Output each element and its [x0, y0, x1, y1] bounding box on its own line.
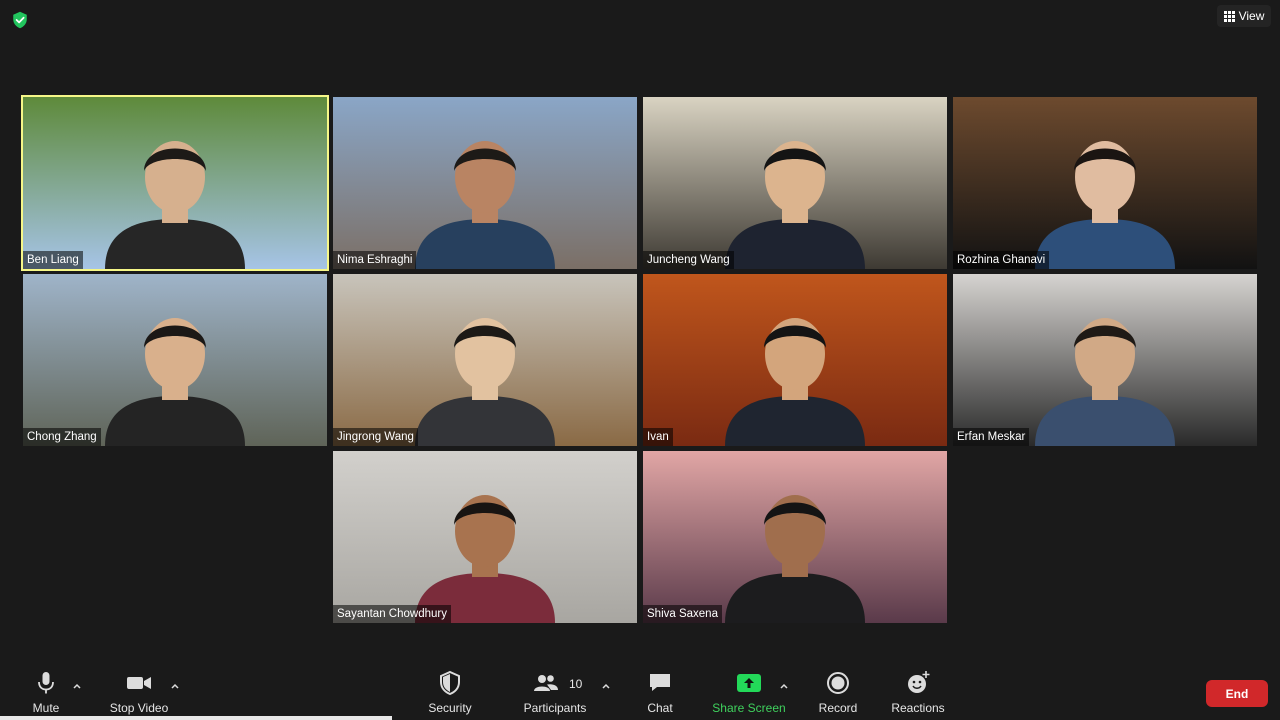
video-tile[interactable]: Ben Liang — [21, 95, 329, 271]
video-tile[interactable]: Juncheng Wang — [643, 97, 947, 269]
participant-video-feed — [105, 318, 245, 446]
mute-label: Mute — [32, 701, 60, 715]
participant-video-feed — [415, 318, 555, 446]
participant-video-feed — [725, 141, 865, 269]
chevron-up-icon — [171, 683, 179, 689]
security-shield-icon[interactable] — [11, 11, 29, 29]
participant-name: Sayantan Chowdhury — [333, 605, 451, 623]
video-tile[interactable]: Nima Eshraghi — [333, 97, 637, 269]
reactions-button[interactable]: Reactions — [890, 670, 946, 716]
participants-options-caret[interactable] — [601, 678, 615, 692]
participant-name: Shiva Saxena — [643, 605, 722, 623]
chevron-up-icon — [602, 683, 610, 689]
chat-button[interactable]: Chat — [643, 670, 677, 716]
participant-video-feed — [1035, 141, 1175, 269]
participant-name: Chong Zhang — [23, 428, 101, 446]
shield-icon — [440, 670, 460, 696]
participant-video-feed — [725, 495, 865, 623]
participant-video-feed — [725, 318, 865, 446]
video-options-caret[interactable] — [170, 678, 184, 692]
participant-name: Erfan Meskar — [953, 428, 1030, 446]
participant-video-feed — [1035, 318, 1175, 446]
video-tile[interactable]: Jingrong Wang — [333, 274, 637, 446]
participant-video-feed — [415, 141, 555, 269]
reactions-label: Reactions — [891, 701, 945, 715]
video-tile[interactable]: Shiva Saxena — [643, 451, 947, 623]
participant-name: Ben Liang — [23, 251, 83, 269]
stop-video-label: Stop Video — [109, 701, 169, 715]
video-tile[interactable]: Rozhina Ghanavi — [953, 97, 1257, 269]
share-screen-icon — [737, 674, 761, 692]
share-screen-label: Share Screen — [712, 701, 786, 715]
stop-video-button[interactable]: Stop Video — [104, 670, 174, 716]
participant-name: Ivan — [643, 428, 673, 446]
smiley-plus-icon — [908, 671, 930, 693]
chevron-up-icon — [780, 683, 788, 689]
participant-video-feed — [415, 495, 555, 623]
record-button[interactable]: Record — [815, 670, 861, 716]
video-tile[interactable]: Chong Zhang — [23, 274, 327, 446]
participant-name: Jingrong Wang — [333, 428, 418, 446]
participant-name: Juncheng Wang — [643, 251, 734, 269]
grid-icon — [1223, 10, 1235, 22]
mute-button[interactable]: Mute — [28, 670, 64, 716]
video-tile[interactable]: Sayantan Chowdhury — [333, 451, 637, 623]
share-screen-button[interactable]: Share Screen — [712, 670, 786, 716]
chat-label: Chat — [647, 701, 673, 715]
video-camera-icon — [127, 677, 151, 689]
chevron-up-icon — [73, 683, 81, 689]
participants-icon — [534, 675, 558, 691]
video-tile[interactable]: Erfan Meskar — [953, 274, 1257, 446]
view-label: View — [1238, 9, 1265, 23]
record-label: Record — [818, 701, 858, 715]
participants-count: 10 — [569, 677, 583, 691]
video-tile[interactable]: Ivan — [643, 274, 947, 446]
participants-label: Participants — [523, 701, 587, 715]
security-label: Security — [428, 701, 472, 715]
microphone-icon — [38, 672, 54, 694]
participant-name: Nima Eshraghi — [333, 251, 417, 269]
end-meeting-button[interactable]: End — [1206, 680, 1268, 707]
participant-video-feed — [105, 141, 245, 269]
security-button[interactable]: Security — [426, 670, 474, 716]
participant-name: Rozhina Ghanavi — [953, 251, 1050, 269]
audio-options-caret[interactable] — [72, 678, 86, 692]
chat-bubble-icon — [650, 674, 670, 691]
meeting-toolbar: Mute Stop Video Security Participants 10 — [0, 664, 1280, 720]
view-button[interactable]: View — [1217, 5, 1271, 27]
progress-line — [0, 716, 392, 720]
share-options-caret[interactable] — [779, 678, 793, 692]
record-icon — [827, 672, 849, 694]
